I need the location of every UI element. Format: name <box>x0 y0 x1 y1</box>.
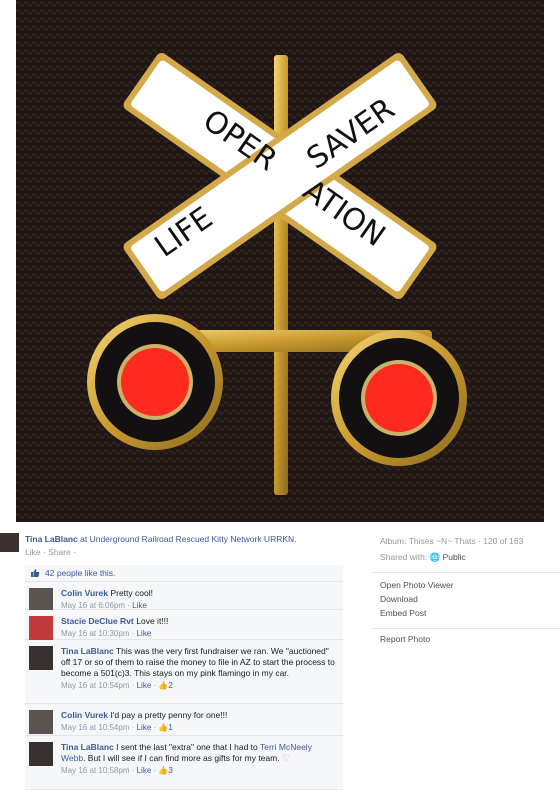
thumbs-up-icon: 👍 <box>158 723 169 732</box>
comment-like-count[interactable]: 3 <box>168 766 172 775</box>
comment-like-link[interactable]: Like <box>137 681 152 690</box>
embed-post-link[interactable]: Embed Post <box>380 608 454 618</box>
comment-time[interactable]: May 16 at 10:58pm <box>61 766 129 775</box>
likes-bar: 42 people like this. <box>25 565 343 582</box>
shared-label: Shared with: <box>380 552 428 562</box>
divider <box>372 572 560 573</box>
comments-list: Colin Vurek Pretty cool! May 16 at 6:06p… <box>25 582 343 790</box>
comment-meta: May 16 at 6:06pm · Like <box>61 601 147 610</box>
globe-icon: 🌐 <box>429 552 441 562</box>
comment-like-link[interactable]: Like <box>137 723 152 732</box>
comment-time[interactable]: May 16 at 10:54pm <box>61 723 129 732</box>
photo-actions: Open Photo Viewer Download Embed Post <box>380 580 454 618</box>
comment-time[interactable]: May 16 at 10:30pm <box>61 629 129 638</box>
download-link[interactable]: Download <box>380 594 454 604</box>
comment: Stacie DeClue Rvt Love it!!! May 16 at 1… <box>25 610 343 640</box>
divider <box>372 628 560 629</box>
author-name[interactable]: Tina LaBlanc <box>25 534 78 544</box>
privacy-info: Shared with: 🌐 Public <box>380 552 466 563</box>
comment: Colin Vurek Pretty cool! May 16 at 6:06p… <box>25 582 343 612</box>
comment: Tina LaBlanc This was the very first fun… <box>25 640 343 704</box>
privacy-value[interactable]: Public <box>443 552 466 562</box>
comment-meta: May 16 at 10:54pm · Like · 👍1 <box>61 723 173 732</box>
avatar[interactable] <box>0 533 19 552</box>
comment: Tina LaBlanc I sent the last "extra" one… <box>25 736 343 790</box>
photo[interactable]: OPER SAVER LIFE ATION <box>16 0 544 522</box>
comment-author[interactable]: Stacie DeClue Rvt <box>61 616 134 626</box>
comment-like-count[interactable]: 1 <box>168 723 172 732</box>
comment-meta: May 16 at 10:30pm · Like <box>61 629 152 638</box>
at-text: at <box>80 534 88 544</box>
avatar[interactable] <box>29 742 53 766</box>
avatar[interactable] <box>29 588 53 612</box>
album-label: Album: <box>380 536 407 546</box>
share-link[interactable]: Share <box>48 547 71 557</box>
post-author-line: Tina LaBlanc at Underground Railroad Res… <box>25 534 297 544</box>
comment-like-count[interactable]: 2 <box>168 681 172 690</box>
comment-time[interactable]: May 16 at 6:06pm <box>61 601 125 610</box>
avatar[interactable] <box>29 710 53 734</box>
avatar[interactable] <box>29 616 53 640</box>
railroad-crossing-pin-image: OPER SAVER LIFE ATION <box>16 0 544 522</box>
comment-like-link[interactable]: Like <box>137 766 152 775</box>
comment-author[interactable]: Tina LaBlanc <box>61 742 114 752</box>
comment-author[interactable]: Colin Vurek <box>61 588 108 598</box>
photo-position: · 120 of 163 <box>478 536 524 546</box>
report-photo-link[interactable]: Report Photo <box>380 634 430 644</box>
separator: · <box>42 547 46 557</box>
album-name-link[interactable]: Thises ~N~ Thats <box>409 536 476 546</box>
thumbs-up-icon <box>31 569 40 577</box>
separator: · <box>73 547 77 557</box>
heart-icon: ♡ <box>281 753 291 763</box>
comment-text-cont: . But I will see if I can find more as g… <box>83 753 280 763</box>
likes-count[interactable]: 42 people like this. <box>45 568 115 578</box>
thumbs-up-icon: 👍 <box>158 766 169 775</box>
avatar[interactable] <box>29 646 53 670</box>
comment-text: I sent the last "extra" one that I had t… <box>116 742 258 752</box>
comment-text: I'd pay a pretty penny for one!!! <box>110 710 228 720</box>
group-link[interactable]: Underground Railroad Rescued Kitty Netwo… <box>90 534 297 544</box>
comment-author[interactable]: Tina LaBlanc <box>61 646 114 656</box>
comment-text: Love it!!! <box>136 616 169 626</box>
open-photo-viewer-link[interactable]: Open Photo Viewer <box>380 580 454 590</box>
album-info: Album: Thises ~N~ Thats · 120 of 163 <box>380 536 523 546</box>
comment-meta: May 16 at 10:58pm · Like · 👍3 <box>61 766 173 775</box>
comment-text: Pretty cool! <box>110 588 153 598</box>
comment-like-link[interactable]: Like <box>137 629 152 638</box>
like-link[interactable]: Like <box>25 547 41 557</box>
comment-like-link[interactable]: Like <box>132 601 147 610</box>
post-header: Tina LaBlanc at Underground Railroad Res… <box>0 530 345 560</box>
thumbs-up-icon: 👍 <box>158 681 169 690</box>
comment-meta: May 16 at 10:54pm · Like · 👍2 <box>61 681 173 690</box>
comment: Colin Vurek I'd pay a pretty penny for o… <box>25 704 343 736</box>
post-actions: Like · Share · <box>25 547 76 557</box>
comment-time[interactable]: May 16 at 10:54pm <box>61 681 129 690</box>
comment-author[interactable]: Colin Vurek <box>61 710 108 720</box>
post-section: Tina LaBlanc at Underground Railroad Res… <box>0 530 345 790</box>
